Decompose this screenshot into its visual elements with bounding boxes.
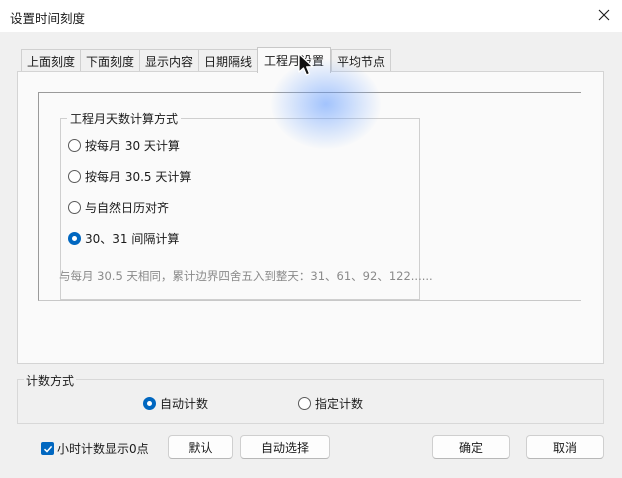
count-mode-title: 计数方式 [24, 372, 77, 389]
cancel-button[interactable]: 取消 [526, 435, 604, 459]
close-button[interactable] [586, 0, 622, 30]
tab-label: 显示内容 [144, 54, 193, 69]
tab-bottom-scale[interactable]: 下面刻度 [80, 49, 140, 72]
tab-label: 平均节点 [336, 54, 385, 69]
window-title: 设置时间刻度 [10, 11, 86, 26]
ok-button[interactable]: 确定 [432, 435, 510, 459]
tab-panel-project-month: 工程月天数计算方式 按每月 30 天计算 按每月 30.5 天计算 与自然日历对… [17, 71, 604, 364]
tab-date-gridlines[interactable]: 日期隔线 [198, 49, 258, 72]
default-button[interactable]: 默认 [168, 435, 233, 459]
tab-project-month[interactable]: 工程月设置 [257, 47, 331, 73]
checkbox-checked[interactable] [41, 442, 54, 455]
close-icon [598, 9, 610, 21]
tab-label: 日期隔线 [203, 54, 252, 69]
button-label: 默认 [188, 440, 213, 455]
radio-label: 按每月 30.5 天计算 [85, 170, 192, 184]
auto-select-button[interactable]: 自动选择 [240, 435, 330, 459]
tab-average-nodes[interactable]: 平均节点 [331, 49, 391, 72]
tab-label: 下面刻度 [85, 54, 134, 69]
tab-label: 上面刻度 [26, 54, 75, 69]
radio-30-5-days[interactable]: 按每月 30.5 天计算 [68, 168, 191, 185]
tab-top-scale[interactable]: 上面刻度 [21, 49, 81, 72]
radio-indicator[interactable] [68, 170, 81, 183]
show-zero-hour-checkbox[interactable]: 小时计数显示0点 [41, 440, 149, 457]
radio-label: 按每月 30 天计算 [85, 139, 180, 153]
month-days-group-title: 工程月天数计算方式 [67, 110, 182, 127]
radio-indicator[interactable] [68, 201, 81, 214]
button-label: 取消 [552, 440, 577, 455]
mouse-cursor-icon [298, 53, 314, 76]
radio-indicator-selected[interactable] [143, 397, 156, 410]
radio-indicator[interactable] [298, 397, 311, 410]
radio-30-days[interactable]: 按每月 30 天计算 [68, 137, 180, 154]
radio-auto-count[interactable]: 自动计数 [143, 395, 208, 412]
checkbox-label: 小时计数显示0点 [57, 442, 149, 456]
radio-30-31-alternate[interactable]: 30、31 间隔计算 [68, 230, 179, 247]
title-bar: 设置时间刻度 [0, 0, 622, 32]
radio-natural-calendar[interactable]: 与自然日历对齐 [68, 199, 169, 216]
radio-label: 30、31 间隔计算 [85, 232, 180, 246]
radio-label: 自动计数 [160, 397, 209, 411]
button-label: 确定 [458, 440, 483, 455]
calculation-hint: 与每月 30.5 天相同，累计边界四舍五入到整天：31、61、92、122...… [59, 269, 433, 283]
radio-specified-count[interactable]: 指定计数 [298, 395, 363, 412]
checkmark-icon [43, 445, 52, 453]
tab-display-content[interactable]: 显示内容 [139, 49, 199, 72]
radio-label: 与自然日历对齐 [85, 201, 170, 215]
radio-label: 指定计数 [315, 397, 364, 411]
button-label: 自动选择 [260, 440, 309, 455]
radio-indicator-selected[interactable] [68, 232, 81, 245]
radio-indicator[interactable] [68, 139, 81, 152]
